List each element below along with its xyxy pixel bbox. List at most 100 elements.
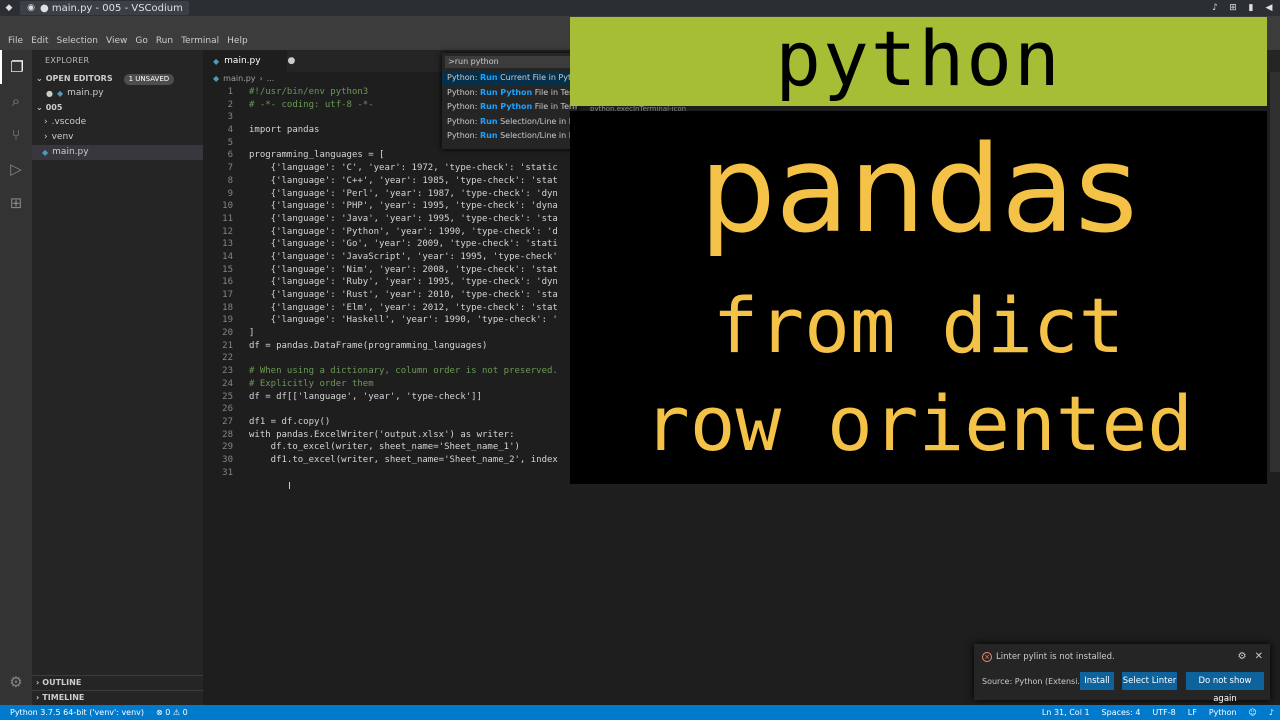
palette-item-prefix: Python: (447, 116, 480, 126)
breadcrumb: ◆ main.py › ... (213, 74, 274, 83)
code-line[interactable]: 22 (203, 352, 573, 365)
volume-icon[interactable]: ◀ (1264, 3, 1274, 13)
overlay-title-card: pandas from dict row oriented (570, 111, 1267, 484)
explorer-icon[interactable]: ❐ (0, 50, 32, 84)
line-number: 3 (227, 112, 233, 123)
palette-item-highlight: Run Python (479, 102, 533, 112)
command-palette-item[interactable]: Python: Run Python File in Term (442, 86, 577, 101)
tab-main-py[interactable]: ◆ main.py ● (203, 50, 295, 72)
status-eol[interactable]: LF (1188, 705, 1197, 720)
code-line[interactable]: 27 df1 = df.copy() (203, 416, 573, 429)
python-file-icon: ◆ (213, 74, 220, 83)
code-line[interactable]: 6 programming_languages = [ (203, 149, 573, 162)
code-line[interactable]: 21 df = pandas.DataFrame(programming_lang… (203, 340, 573, 353)
breadcrumb-file[interactable]: main.py (223, 74, 255, 83)
vscodium-icon: ◉ (27, 3, 35, 13)
code-line[interactable]: 17 {'language': 'Rust', 'year': 2010, 't… (203, 289, 573, 302)
tree-item-vscode[interactable]: › .vscode (32, 115, 203, 130)
status-problems[interactable]: ⊗ 0 ⚠ 0 (156, 705, 188, 720)
code-line[interactable]: 16 {'language': 'Ruby', 'year': 1995, 't… (203, 276, 573, 289)
select-linter-button[interactable]: Select Linter (1122, 672, 1177, 690)
code-line[interactable]: 24 # Explicitly order them (203, 378, 573, 391)
chevron-right-icon: › (44, 117, 48, 127)
code-line[interactable]: 20] (203, 327, 573, 340)
code-line[interactable]: 11 {'language': 'Java', 'year': 1995, 't… (203, 213, 573, 226)
code-line[interactable]: 31 (203, 467, 573, 480)
code-line[interactable]: 7 {'language': 'C', 'year': 1972, 'type-… (203, 162, 573, 175)
code-line[interactable]: 14 {'language': 'JavaScript', 'year': 19… (203, 251, 573, 264)
taskbar-window-title: ● main.py - 005 - VSCodium (40, 2, 183, 14)
run-debug-icon[interactable]: ▷ (0, 152, 32, 186)
open-editors-header[interactable]: ⌄ OPEN EDITORS 1 UNSAVED (32, 72, 203, 86)
extensions-icon[interactable]: ⊞ (0, 186, 32, 220)
code-line[interactable]: 25 df = df[['language', 'year', 'type-che… (203, 391, 573, 404)
menu-help[interactable]: Help (223, 36, 252, 46)
command-palette-item[interactable]: Python: Run Current File in Pyt (442, 71, 577, 86)
tree-item-venv[interactable]: › venv (32, 130, 203, 145)
line-number: 13 (222, 239, 233, 250)
gear-icon[interactable]: ⚙ (0, 665, 32, 699)
command-palette-item[interactable]: Python: Run Selection/Line in P (442, 129, 577, 144)
code-line[interactable]: 30 df1.to_excel(writer, sheet_name='Shee… (203, 454, 573, 467)
tree-item-main-py[interactable]: ◆ main.py (32, 145, 203, 160)
code-line[interactable]: 12 {'language': 'Python', 'year': 1990, … (203, 226, 573, 239)
status-language[interactable]: Python (1209, 705, 1237, 720)
code-line[interactable]: 10 {'language': 'PHP', 'year': 1995, 'ty… (203, 200, 573, 213)
palette-item-suffix: Selection/Line in P (497, 116, 574, 126)
menu-run[interactable]: Run (152, 36, 177, 46)
code-line[interactable]: 13 {'language': 'Go', 'year': 2009, 'typ… (203, 238, 573, 251)
bell-icon[interactable]: ♪ (1269, 705, 1274, 720)
line-number: 8 (227, 175, 233, 186)
menu-edit[interactable]: Edit (27, 36, 52, 46)
folder-label: 005 (45, 103, 63, 112)
timeline-header[interactable]: › TIMELINE (32, 690, 203, 705)
code-line[interactable]: 23 # When using a dictionary, column orde… (203, 365, 573, 378)
bell-icon[interactable]: ♪ (1210, 3, 1220, 13)
code-line[interactable]: 29 df.to_excel(writer, sheet_name='Sheet… (203, 441, 573, 454)
line-number: 18 (222, 302, 233, 313)
open-editor-item[interactable]: ● ◆ main.py (32, 86, 203, 101)
outline-header[interactable]: › OUTLINE (32, 675, 203, 690)
command-palette-input[interactable]: >run python (445, 56, 574, 68)
menu-selection[interactable]: Selection (53, 36, 102, 46)
account-icon[interactable]: ☺ (1249, 705, 1257, 720)
code-line[interactable]: 28 with pandas.ExcelWriter('output.xlsx')… (203, 429, 573, 442)
command-palette-item[interactable]: Python: Run Selection/Line in P (442, 115, 577, 130)
status-indentation[interactable]: Spaces: 4 (1102, 705, 1141, 720)
search-icon[interactable]: ⌕ (0, 84, 32, 118)
menu-terminal[interactable]: Terminal (177, 36, 223, 46)
gear-icon[interactable]: ⚙ (1238, 651, 1247, 662)
menu-go[interactable]: Go (131, 36, 151, 46)
code-line[interactable]: 19 {'language': 'Haskell', 'year': 1990,… (203, 314, 573, 327)
do-not-show-again-button[interactable]: Do not show again (1186, 672, 1264, 704)
breadcrumb-more[interactable]: ... (267, 74, 275, 83)
close-icon[interactable]: ✕ (1255, 651, 1263, 662)
overlay-python-banner: python (570, 14, 1267, 106)
code-line[interactable]: 26 (203, 403, 573, 416)
taskbar-window-button[interactable]: ◉ ● main.py - 005 - VSCodium (20, 1, 189, 15)
battery-icon[interactable]: ▮ (1246, 3, 1256, 13)
line-number: 14 (222, 251, 233, 262)
code-line[interactable]: 18 {'language': 'Elm', 'year': 2012, 'ty… (203, 302, 573, 315)
menu-file[interactable]: File (4, 36, 27, 46)
status-cursor-position[interactable]: Ln 31, Col 1 (1042, 705, 1090, 720)
menu-view[interactable]: View (102, 36, 131, 46)
command-palette-item[interactable]: Python: Run Python File in Terminal (442, 100, 577, 115)
source-control-icon[interactable]: ⑂ (0, 118, 32, 152)
code-line[interactable]: 15 {'language': 'Nim', 'year': 2008, 'ty… (203, 264, 573, 277)
folder-header[interactable]: ⌄ 005 (32, 101, 203, 115)
python-file-icon: ◆ (213, 56, 220, 66)
code-line[interactable]: 8 {'language': 'C++', 'year': 1985, 'typ… (203, 175, 573, 188)
status-interpreter[interactable]: Python 3.7.5 64-bit ('venv': venv) (10, 705, 144, 720)
ibeam-cursor-icon: I (288, 481, 291, 492)
editor-scrollbar[interactable] (1270, 72, 1280, 472)
network-icon[interactable]: ⊞ (1228, 3, 1238, 13)
line-number: 7 (227, 163, 233, 174)
app-menu-icon[interactable]: ◆ (4, 3, 14, 13)
notification-message: Linter pylint is not installed. (996, 652, 1115, 662)
install-button[interactable]: Install (1080, 672, 1114, 690)
open-editor-label: main.py (67, 88, 104, 98)
code-line[interactable]: 9 {'language': 'Perl', 'year': 1987, 'ty… (203, 188, 573, 201)
unsaved-dot-icon[interactable]: ● (288, 56, 296, 66)
status-encoding[interactable]: UTF-8 (1152, 705, 1175, 720)
